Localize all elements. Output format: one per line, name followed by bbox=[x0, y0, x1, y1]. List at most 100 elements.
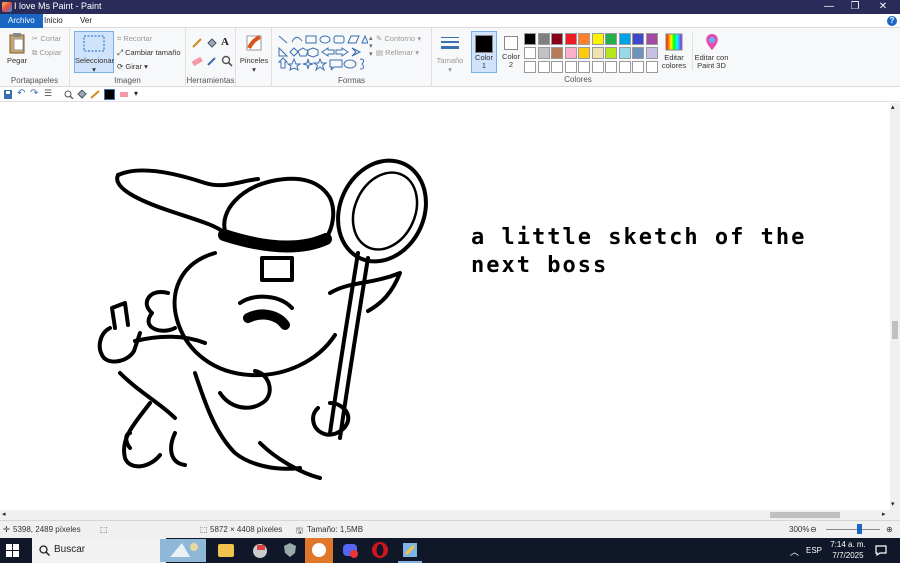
text-tool-icon[interactable]: A bbox=[221, 36, 229, 48]
scroll-down-icon[interactable]: ▾ bbox=[891, 500, 895, 508]
paint3d-button[interactable]: Editar con Paint 3D bbox=[692, 32, 730, 70]
save-icon[interactable] bbox=[3, 90, 13, 99]
size-button[interactable]: Tamaño ▾ bbox=[434, 32, 466, 74]
drawing-canvas[interactable]: a little sketch of the next boss bbox=[0, 103, 890, 510]
minimize-button[interactable]: — bbox=[816, 0, 842, 14]
palette-swatch[interactable] bbox=[537, 47, 550, 59]
crop-button[interactable]: ⌗ Recortar bbox=[117, 34, 152, 44]
discord-icon[interactable] bbox=[340, 540, 360, 560]
fill-button[interactable]: ▤ Rellenar ▾ bbox=[376, 48, 419, 57]
tray-overflow-icon[interactable]: ︿ bbox=[790, 545, 799, 558]
group-imagen: Seleccionar ▾ ⌗ Recortar ⤢ Cambiar tamañ… bbox=[70, 28, 186, 87]
windows-start-icon[interactable] bbox=[6, 544, 26, 564]
magnifier-icon[interactable] bbox=[221, 55, 233, 67]
scroll-right-icon[interactable]: ▸ bbox=[882, 510, 886, 518]
palette-swatch[interactable] bbox=[632, 33, 644, 45]
clock-date[interactable]: 7/7/2025 bbox=[830, 551, 866, 560]
tab-inicio[interactable]: Inicio bbox=[36, 14, 71, 28]
notifications-icon[interactable] bbox=[875, 545, 887, 556]
palette-swatch[interactable] bbox=[618, 61, 631, 73]
brushes-button[interactable]: Pinceles ▾ bbox=[238, 32, 270, 74]
color2-button[interactable]: Color 2 bbox=[499, 31, 523, 73]
tab-ver[interactable]: Ver bbox=[72, 14, 100, 28]
palette-swatch[interactable] bbox=[591, 47, 604, 59]
defender-shield-icon[interactable] bbox=[280, 540, 300, 560]
copy-button[interactable]: ⧉ Copiar bbox=[32, 48, 62, 58]
color-picker-icon[interactable] bbox=[206, 55, 218, 67]
palette-swatch[interactable] bbox=[618, 33, 631, 45]
palette-swatch[interactable] bbox=[551, 61, 563, 73]
pencil-icon[interactable] bbox=[191, 37, 203, 49]
zoom-icon[interactable] bbox=[64, 90, 74, 99]
taskbar-active-app[interactable] bbox=[305, 538, 333, 563]
qat-color-swatch[interactable] bbox=[104, 89, 115, 100]
palette-swatch[interactable] bbox=[645, 61, 658, 73]
palette-swatch[interactable] bbox=[578, 61, 590, 73]
eraser-icon[interactable] bbox=[191, 55, 203, 67]
paste-button[interactable]: Pegar bbox=[4, 32, 30, 65]
color1-label: Color 1 bbox=[475, 53, 493, 70]
edit-colors-button[interactable]: Editar colores bbox=[659, 32, 689, 70]
zoom-out-icon[interactable]: ⊖ bbox=[810, 525, 817, 534]
clock-time[interactable]: 7:14 a. m. bbox=[830, 540, 866, 549]
palette-swatch[interactable] bbox=[578, 47, 590, 59]
help-icon[interactable]: ? bbox=[887, 16, 897, 26]
customize-qat-icon[interactable]: ▾ bbox=[134, 89, 144, 98]
taskbar-search[interactable]: Buscar bbox=[32, 538, 206, 563]
redo-icon[interactable]: ↷ bbox=[30, 88, 40, 99]
palette-swatch[interactable] bbox=[618, 47, 631, 59]
palette-swatch[interactable] bbox=[632, 47, 644, 59]
vertical-scroll-thumb[interactable] bbox=[892, 321, 898, 339]
palette-swatch[interactable] bbox=[524, 47, 536, 59]
qat-eraser-icon[interactable] bbox=[119, 90, 129, 99]
palette-swatch[interactable] bbox=[537, 61, 550, 73]
zoom-slider-track[interactable] bbox=[826, 529, 880, 530]
line-style-icon[interactable]: ☰ bbox=[44, 88, 54, 98]
palette-swatch[interactable] bbox=[645, 33, 658, 45]
palette-swatch[interactable] bbox=[551, 33, 563, 45]
shapes-gallery[interactable] bbox=[276, 33, 368, 73]
palette-swatch[interactable] bbox=[524, 61, 536, 73]
palette-swatch[interactable] bbox=[605, 33, 617, 45]
color1-button[interactable]: Color 1 bbox=[471, 31, 497, 73]
zoom-slider-thumb[interactable] bbox=[857, 524, 862, 534]
maximize-button[interactable]: ❐ bbox=[842, 0, 868, 14]
palette-swatch[interactable] bbox=[537, 33, 550, 45]
palette-swatch[interactable] bbox=[524, 33, 536, 45]
qat-pencil-icon[interactable] bbox=[90, 90, 100, 99]
shapes-scroll-icon[interactable]: ▴ ▾ ▾ bbox=[369, 34, 373, 58]
outline-button[interactable]: ✎ Contorno ▾ bbox=[376, 34, 421, 43]
vertical-scrollbar[interactable]: ▴ ▾ bbox=[890, 103, 900, 510]
file-explorer-icon[interactable] bbox=[218, 544, 234, 557]
scroll-up-icon[interactable]: ▴ bbox=[891, 103, 895, 111]
palette-swatch[interactable] bbox=[551, 47, 563, 59]
fill-tool-icon[interactable] bbox=[77, 90, 87, 99]
scroll-left-icon[interactable]: ◂ bbox=[2, 510, 6, 518]
palette-swatch[interactable] bbox=[591, 33, 604, 45]
close-button[interactable]: ✕ bbox=[870, 0, 896, 14]
palette-swatch[interactable] bbox=[645, 47, 658, 59]
palette-swatch[interactable] bbox=[605, 47, 617, 59]
cut-button[interactable]: ✂ Cortar bbox=[32, 34, 61, 43]
palette-swatch[interactable] bbox=[632, 61, 644, 73]
horizontal-scrollbar[interactable]: ◂ ▸ bbox=[0, 510, 900, 520]
rotate-button[interactable]: ⟳ Girar ▾ bbox=[117, 62, 148, 71]
crop-label: Recortar bbox=[123, 34, 153, 43]
palette-swatch[interactable] bbox=[564, 47, 577, 59]
resize-button[interactable]: ⤢ Cambiar tamaño bbox=[117, 48, 181, 58]
select-button[interactable]: Seleccionar ▾ bbox=[74, 31, 114, 74]
input-language[interactable]: ESP bbox=[806, 546, 822, 555]
ribbon-tabs: Archivo Inicio Ver ? bbox=[0, 14, 900, 28]
palette-swatch[interactable] bbox=[564, 33, 577, 45]
fill-bucket-icon[interactable] bbox=[206, 37, 218, 49]
taskbar-app-icon[interactable] bbox=[250, 540, 270, 560]
palette-swatch[interactable] bbox=[564, 61, 577, 73]
opera-icon[interactable] bbox=[370, 540, 390, 560]
paint-taskbar-icon[interactable] bbox=[400, 540, 420, 560]
palette-swatch[interactable] bbox=[605, 61, 617, 73]
zoom-in-icon[interactable]: ⊕ bbox=[886, 525, 893, 534]
palette-swatch[interactable] bbox=[578, 33, 590, 45]
undo-icon[interactable]: ↶ bbox=[17, 88, 27, 99]
palette-swatch[interactable] bbox=[591, 61, 604, 73]
horizontal-scroll-thumb[interactable] bbox=[770, 512, 840, 518]
